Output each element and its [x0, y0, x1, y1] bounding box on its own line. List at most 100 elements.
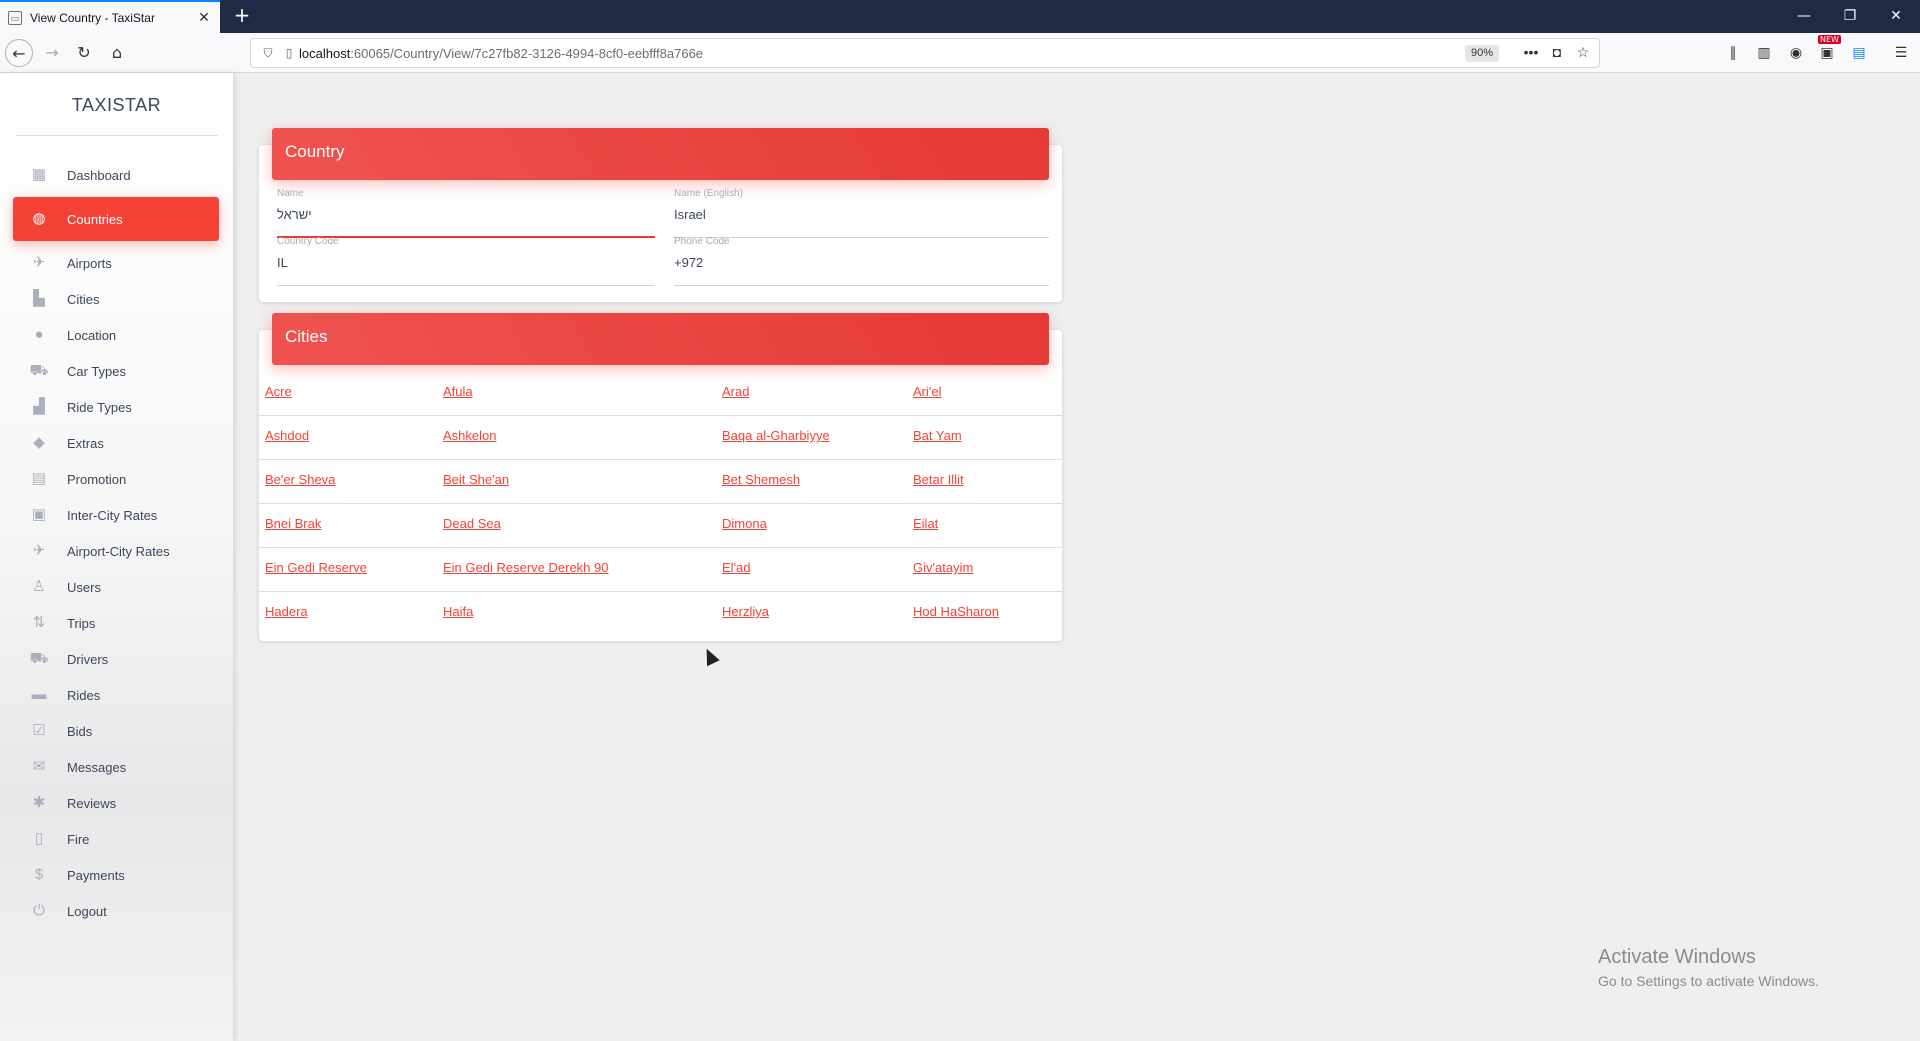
city-link[interactable]: Ashkelon — [443, 428, 496, 443]
sidebar-item-drivers[interactable]: ⛟ Drivers — [13, 641, 219, 677]
promotion-icon: ▤ — [31, 470, 47, 487]
airplane-icon: ✈ — [32, 254, 46, 271]
new-tab-button[interactable]: + — [230, 4, 254, 28]
close-tab-icon[interactable]: ✕ — [196, 9, 212, 26]
sidebar-item-dashboard[interactable]: ▦ Dashboard — [13, 157, 219, 193]
sidebar-item-bids[interactable]: ☑ Bids — [13, 713, 219, 749]
restore-icon[interactable]: ❐ — [1827, 0, 1873, 33]
city-link[interactable]: Eilat — [913, 516, 938, 531]
sidebar-item-label: Drivers — [67, 651, 109, 667]
sidebar-item-inter-city-rates[interactable]: ▣ Inter-City Rates — [13, 497, 219, 533]
country-code-field[interactable]: Country Code IL — [277, 236, 655, 286]
close-window-icon[interactable]: ✕ — [1873, 0, 1919, 33]
sidebar-item-airport-city-rates[interactable]: ✈ Airport-City Rates — [13, 533, 219, 569]
table-row: Ein Gedi Reserve Ein Gedi Reserve Derekh … — [259, 548, 1062, 592]
checkbox-icon: ☑ — [32, 722, 46, 739]
sidebar-item-car-types[interactable]: ⛟ Car Types — [13, 353, 219, 389]
city-link[interactable]: Ein Gedi Reserve Derekh 90 — [443, 560, 608, 575]
page-info-icon[interactable]: ▯ — [279, 46, 299, 60]
url-host: localhost — [299, 45, 351, 61]
city-link[interactable]: El'ad — [722, 560, 751, 575]
sidebar-item-location[interactable]: ● Location — [13, 317, 219, 353]
sidebar-item-messages[interactable]: ✉ Messages — [13, 749, 219, 785]
tab-title: View Country - TaxiStar — [30, 10, 155, 25]
sidebar-item-label: Extras — [67, 435, 104, 451]
sidebar-item-logout[interactable]: ⏻ Logout — [13, 893, 219, 929]
divider — [16, 135, 218, 136]
city-link[interactable]: Betar Illit — [913, 472, 964, 487]
city-link[interactable]: Bat Yam — [913, 428, 962, 443]
sidebar-item-countries[interactable]: ◍ Countries — [13, 197, 219, 241]
city-link[interactable]: Hod HaSharon — [913, 604, 999, 619]
sidebar-item-extras[interactable]: ◆ Extras — [13, 425, 219, 461]
library-icon[interactable]: ∥ — [1722, 43, 1744, 63]
watermark-subtitle: Go to Settings to activate Windows. — [1598, 973, 1819, 989]
reload-button[interactable]: ↻ — [70, 39, 98, 67]
sidebar-item-label: Reviews — [67, 795, 117, 811]
new-badge: NEW — [1818, 35, 1841, 44]
zoom-level[interactable]: 90% — [1464, 45, 1499, 62]
name-english-value[interactable]: Israel — [674, 207, 1049, 238]
url-bar[interactable]: ⛉ ▯ localhost :60065/Country/View/7c27fb… — [250, 38, 1600, 68]
name-value[interactable]: ישראל — [277, 207, 655, 238]
sidebar-item-cities[interactable]: ▙ Cities — [13, 281, 219, 317]
sidebar-item-ride-types[interactable]: ▟ Ride Types — [13, 389, 219, 425]
city-link[interactable]: Ein Gedi Reserve — [265, 560, 367, 575]
driver-car-icon: ⛟ — [29, 650, 49, 667]
sidebar-item-trips[interactable]: ⇅ Trips — [13, 605, 219, 641]
city-link[interactable]: Acre — [265, 384, 292, 399]
hamburger-menu-icon[interactable]: ☰ — [1890, 43, 1912, 63]
city-link[interactable]: Bnei Brak — [265, 516, 321, 531]
sidebar-item-reviews[interactable]: ✱ Reviews — [13, 785, 219, 821]
city-icon: ▙ — [33, 290, 45, 307]
more-actions-icon[interactable]: ••• — [1521, 44, 1541, 60]
extension-icon[interactable]: ▣ — [1816, 43, 1838, 63]
sidebar-item-users[interactable]: ♙ Users — [13, 569, 219, 605]
forward-button[interactable]: → — [38, 39, 66, 67]
shield-icon[interactable]: ⛉ — [257, 46, 279, 61]
city-link[interactable]: Herzliya — [722, 604, 769, 619]
city-link[interactable]: Hadera — [265, 604, 308, 619]
city-link[interactable]: Bet Shemesh — [722, 472, 800, 487]
city-link[interactable]: Ashdod — [265, 428, 309, 443]
phone-code-field[interactable]: Phone Code +972 — [674, 236, 1049, 286]
sidebar-item-promotion[interactable]: ▤ Promotion — [13, 461, 219, 497]
sidebar-item-label: Users — [67, 579, 101, 595]
browser-tab-active[interactable]: ▭ View Country - TaxiStar ✕ — [0, 0, 220, 33]
city-link[interactable]: Dead Sea — [443, 516, 501, 531]
bookmark-star-icon[interactable]: ☆ — [1573, 44, 1593, 61]
document-icon: ▭ — [8, 10, 22, 25]
sidebar-item-fire[interactable]: ▯ Fire — [13, 821, 219, 857]
city-link[interactable]: Ari'el — [913, 384, 942, 399]
city-link[interactable]: Baqa al-Gharbiyye — [722, 428, 830, 443]
sidebar-item-payments[interactable]: $ Payments — [13, 857, 219, 893]
country-code-value[interactable]: IL — [277, 255, 655, 286]
city-link[interactable]: Be'er Sheva — [265, 472, 335, 487]
minimize-icon[interactable]: — — [1781, 0, 1827, 33]
trips-icon: ⇅ — [32, 614, 46, 631]
sidebar-item-airports[interactable]: ✈ Airports — [13, 245, 219, 281]
city-link[interactable]: Afula — [443, 384, 473, 399]
account-icon[interactable]: ◉ — [1785, 43, 1807, 63]
phone-code-value[interactable]: +972 — [674, 255, 1049, 286]
sidebar-item-label: Rides — [67, 687, 101, 703]
city-link[interactable]: Dimona — [722, 516, 767, 531]
brand-logo[interactable]: TAXISTAR — [0, 95, 233, 116]
sidebar-item-label: Fire — [67, 831, 90, 847]
sidebar-item-rides[interactable]: ▬ Rides — [13, 677, 219, 713]
name-english-field[interactable]: Name (English) Israel — [674, 188, 1049, 238]
pocket-icon[interactable]: ◘ — [1547, 44, 1567, 60]
name-label: Name — [277, 188, 304, 199]
city-link[interactable]: Giv'atayim — [913, 560, 973, 575]
home-button[interactable]: ⌂ — [103, 39, 131, 67]
city-link[interactable]: Beit She'an — [443, 472, 509, 487]
watermark-title: Activate Windows — [1598, 946, 1756, 968]
name-field[interactable]: Name ישראל — [277, 188, 655, 238]
city-link[interactable]: Arad — [722, 384, 749, 399]
back-button[interactable]: ← — [5, 39, 33, 67]
sidebar-toggle-icon[interactable]: ▥ — [1753, 43, 1775, 63]
city-link[interactable]: Haifa — [443, 604, 473, 619]
browser-navbar: ← → ↻ ⌂ ⛉ ▯ localhost :60065/Country/Vie… — [0, 33, 1920, 73]
save-icon[interactable]: ▤ — [1848, 43, 1870, 63]
name-english-label: Name (English) — [674, 188, 743, 199]
